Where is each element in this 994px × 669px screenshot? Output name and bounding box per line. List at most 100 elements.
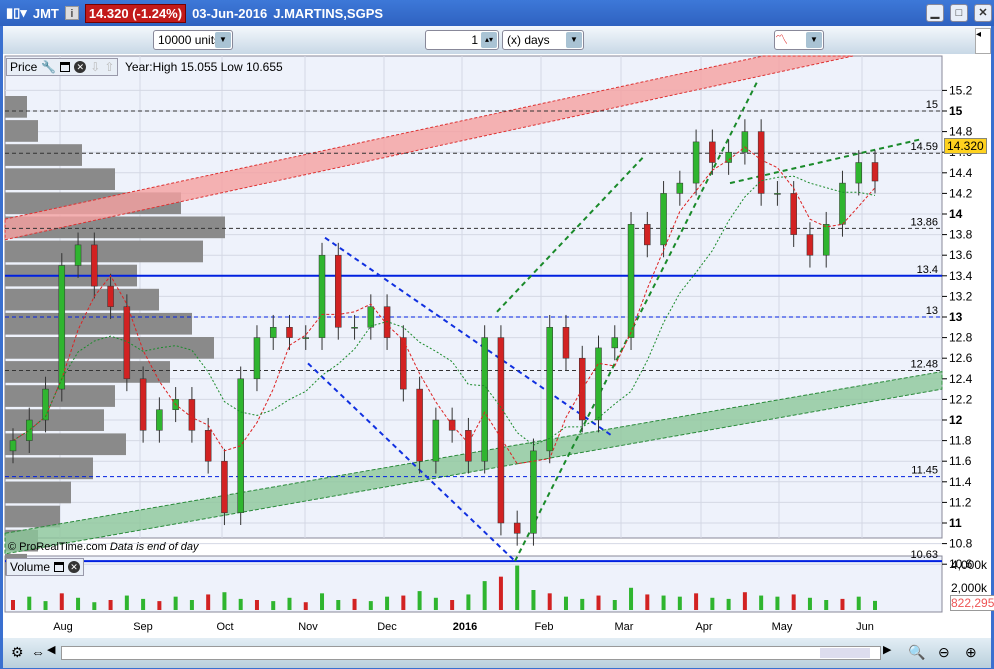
x-tick-label: 2016 xyxy=(453,621,477,633)
close-panel-icon[interactable]: ✕ xyxy=(68,561,81,573)
candle xyxy=(578,357,586,421)
scroll-right-button[interactable]: ▶ xyxy=(883,643,891,656)
y-tick-label: 11.2 xyxy=(949,495,972,509)
volume-bar xyxy=(173,596,178,610)
volume-bar xyxy=(238,598,243,610)
candle xyxy=(855,162,862,184)
candle xyxy=(627,224,635,338)
close-button[interactable]: ✕ xyxy=(974,4,992,22)
volume-bar xyxy=(336,600,341,610)
candle xyxy=(139,378,147,431)
candle xyxy=(335,254,342,328)
x-tick-label: Mar xyxy=(615,621,634,633)
period-unit-select[interactable]: (x) days ▼ xyxy=(502,30,584,50)
toolbar: 10000 units ▼ 1 ▴▾ (x) days ▼ 〽 ▼ ◂ xyxy=(3,26,991,54)
x-tick-label: Aug xyxy=(53,621,73,633)
zoom-in-icon[interactable]: ⊕ xyxy=(965,644,977,661)
candle xyxy=(839,182,846,225)
candle xyxy=(367,306,375,328)
level-label: 11.45 xyxy=(911,465,938,477)
move-down-icon[interactable]: ⇩ xyxy=(90,60,100,74)
volume-bar xyxy=(645,594,650,610)
volume-profile-bar xyxy=(5,505,60,528)
volume-bar xyxy=(515,565,520,610)
candle xyxy=(302,337,310,339)
close-panel-icon[interactable]: ✕ xyxy=(74,61,87,73)
volume-bar xyxy=(612,600,617,610)
level-label: 10.63 xyxy=(910,549,938,561)
side-panel-toggle[interactable]: ◂ xyxy=(975,28,991,54)
volume-bar xyxy=(59,593,64,610)
minimize-button[interactable]: ▁ xyxy=(926,4,944,22)
level-label: 13.86 xyxy=(910,216,938,228)
y-tick-label: 12.6 xyxy=(949,351,973,365)
window-icon[interactable] xyxy=(54,562,65,572)
zoom-x-icon[interactable]: ⇔ xyxy=(31,644,45,660)
candle xyxy=(530,450,537,534)
units-value: 10000 units xyxy=(158,33,221,47)
y-tick-label: 11.4 xyxy=(949,475,972,489)
level-label: 13 xyxy=(926,305,938,317)
units-select[interactable]: 10000 units ▼ xyxy=(153,30,233,50)
candle xyxy=(188,399,196,431)
maximize-button[interactable]: □ xyxy=(950,4,968,22)
volume-profile-bar xyxy=(5,120,38,142)
y-tick-label: 15.2 xyxy=(949,83,973,97)
y-tick-label: 13.2 xyxy=(949,289,973,303)
x-tick-label: May xyxy=(772,621,793,633)
volume-profile-bar xyxy=(5,433,126,456)
y-tick-label: 14.8 xyxy=(949,125,973,139)
candle xyxy=(286,327,293,338)
spin-icon[interactable]: ▴▾ xyxy=(481,32,497,48)
x-tick-label: Apr xyxy=(695,621,712,633)
info-icon[interactable]: i xyxy=(64,6,79,20)
volume-bar xyxy=(320,593,325,610)
candle xyxy=(822,224,830,256)
zoom-out-icon[interactable]: ⊖ xyxy=(938,644,950,661)
volume-profile-bar xyxy=(5,96,27,118)
candle xyxy=(448,419,456,431)
volume-bar xyxy=(141,598,146,610)
volume-bar xyxy=(873,600,877,610)
volume-bar xyxy=(791,594,796,610)
volume-bar xyxy=(466,594,471,610)
candle xyxy=(660,193,667,246)
volume-bar xyxy=(401,595,406,610)
move-up-icon[interactable]: ⇧ xyxy=(104,60,114,74)
y-tick-label: 10.8 xyxy=(949,537,973,551)
data-footer: © ProRealTime.com Data is end of day xyxy=(8,541,199,553)
candlestick-icon[interactable]: ▮▯▾ xyxy=(6,5,27,21)
chevron-down-icon: ▼ xyxy=(566,32,582,48)
volume-bar xyxy=(254,600,259,610)
scroll-thumb[interactable] xyxy=(820,648,870,658)
copyright: © ProRealTime.com xyxy=(8,541,107,553)
wrench-icon[interactable]: 🔧 xyxy=(41,60,56,74)
volume-panel-label: Volume xyxy=(10,560,51,574)
y-tick-label: 12.4 xyxy=(949,372,973,386)
y-tick-label: 11.8 xyxy=(949,434,972,448)
candle xyxy=(204,430,212,462)
window-icon[interactable] xyxy=(60,62,71,72)
y-tick-label: 15 xyxy=(949,104,963,118)
candle xyxy=(546,327,553,452)
indicator-button[interactable]: 〽 ▼ xyxy=(774,30,824,50)
chart-settings-icon[interactable]: ⚙ xyxy=(11,644,24,661)
y-tick-label: 13.4 xyxy=(949,269,973,283)
y-tick-label: 11 xyxy=(949,516,962,530)
scroll-left-button[interactable]: ◀ xyxy=(47,643,55,656)
y-tick-label: 13 xyxy=(949,310,963,324)
volume-profile-bar xyxy=(5,288,159,311)
chart-icon: 〽 xyxy=(775,32,789,47)
candle xyxy=(465,430,472,462)
symbol[interactable]: JMT xyxy=(33,6,59,21)
volume-bar xyxy=(385,596,390,610)
candle xyxy=(709,141,716,163)
volume-bar xyxy=(108,600,113,610)
horizontal-scrollbar[interactable] xyxy=(61,646,881,660)
scroll-bar-area: ⚙ ⇔ ◀ ▶ 🔍 ⊖ ⊕ xyxy=(3,638,991,668)
y-tick-label: 14 xyxy=(949,207,963,221)
period-stepper[interactable]: 1 ▴▾ xyxy=(425,30,499,50)
volume-bar xyxy=(498,576,503,610)
autoscale-icon[interactable]: 🔍 xyxy=(908,644,925,661)
volume-profile-bar xyxy=(5,144,82,166)
